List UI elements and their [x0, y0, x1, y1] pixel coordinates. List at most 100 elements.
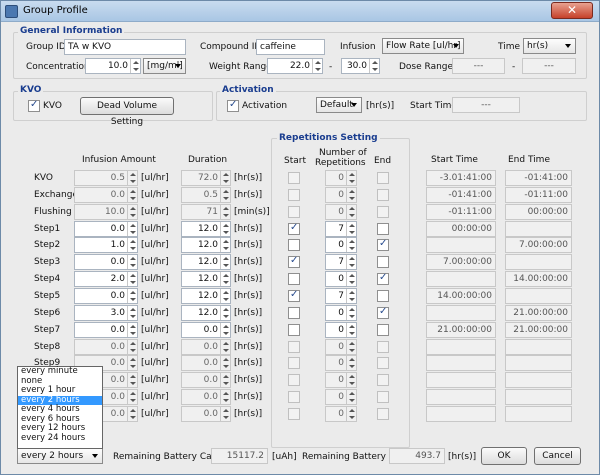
- repetitions-value: 0: [338, 190, 344, 200]
- spinner-arrows-icon[interactable]: [127, 289, 137, 303]
- battery-capa-label: Remaining Battery Capa.: [113, 452, 226, 462]
- spinner-arrows-icon[interactable]: [220, 289, 230, 303]
- repetition-start-checkbox[interactable]: [288, 273, 300, 285]
- spinner-arrows-icon[interactable]: [127, 255, 137, 269]
- chevron-down-icon: [565, 44, 571, 48]
- group-id-input[interactable]: TA w KVO: [64, 39, 186, 55]
- spinner-arrows-icon[interactable]: [346, 222, 356, 236]
- repetition-end-checkbox[interactable]: [377, 238, 389, 251]
- weight-min-stepper[interactable]: 22.0: [267, 58, 323, 74]
- duration-stepper: 0.0: [181, 372, 231, 388]
- duration-stepper[interactable]: 0.0: [181, 322, 231, 338]
- spinner-arrows-icon[interactable]: [346, 306, 356, 320]
- repetition-end-checkbox[interactable]: [377, 324, 389, 336]
- spinner-arrows-icon[interactable]: [369, 59, 379, 73]
- spinner-arrows-icon[interactable]: [220, 272, 230, 286]
- header-end: End: [374, 156, 392, 166]
- weight-max-stepper[interactable]: 30.0: [341, 58, 380, 74]
- spinner-arrows-icon: [127, 340, 137, 354]
- infusion-amount-stepper[interactable]: 3.0: [74, 305, 138, 321]
- infusion-amount-stepper[interactable]: 0.0: [74, 221, 138, 237]
- infusion-amount-stepper[interactable]: 0.0: [74, 322, 138, 338]
- spinner-arrows-icon[interactable]: [130, 59, 140, 73]
- spinner-arrows-icon[interactable]: [127, 238, 137, 252]
- duration-stepper[interactable]: 12.0: [181, 271, 231, 287]
- battery-life-field: 493.7: [389, 448, 445, 464]
- repetitions-value: 0: [338, 375, 344, 385]
- repetitions-stepper[interactable]: 7: [325, 221, 357, 237]
- spinner-arrows-icon[interactable]: [312, 59, 322, 73]
- concentration-unit-dropdown[interactable]: [mg/ml]: [143, 58, 186, 74]
- repetitions-stepper[interactable]: 0: [325, 322, 357, 338]
- spinner-arrows-icon[interactable]: [127, 222, 137, 236]
- repetitions-stepper[interactable]: 7: [325, 288, 357, 304]
- duration-value: 0.0: [203, 358, 218, 368]
- spinner-arrows-icon[interactable]: [220, 323, 230, 337]
- ok-button[interactable]: OK: [481, 447, 527, 465]
- time-value: hr(s): [527, 41, 549, 51]
- repetitions-stepper[interactable]: 7: [325, 254, 357, 270]
- spinner-arrows-icon: [346, 205, 356, 219]
- row-end-time: [505, 406, 572, 422]
- interval-dropdown[interactable]: every 2 hours: [17, 448, 103, 464]
- spinner-arrows-icon[interactable]: [127, 323, 137, 337]
- repetition-end-checkbox[interactable]: [377, 272, 389, 285]
- spinner-arrows-icon[interactable]: [220, 222, 230, 236]
- infusion-amount-stepper[interactable]: 0.0: [74, 254, 138, 270]
- repetitions-stepper[interactable]: 0: [325, 305, 357, 321]
- repetition-end-checkbox[interactable]: [377, 256, 389, 268]
- spinner-arrows-icon: [127, 205, 137, 219]
- duration-stepper[interactable]: 12.0: [181, 237, 231, 253]
- spinner-arrows-icon[interactable]: [346, 289, 356, 303]
- repetition-end-checkbox[interactable]: [377, 223, 389, 235]
- repetitions-stepper[interactable]: 0: [325, 237, 357, 253]
- repetition-start-checkbox[interactable]: [288, 324, 300, 336]
- repetition-start-checkbox[interactable]: [288, 222, 300, 235]
- infusion-amount-stepper[interactable]: 0.0: [74, 288, 138, 304]
- spinner-arrows-icon[interactable]: [346, 323, 356, 337]
- spinner-arrows-icon[interactable]: [346, 255, 356, 269]
- spinner-arrows-icon[interactable]: [220, 255, 230, 269]
- concentration-stepper[interactable]: 10.0: [85, 58, 141, 74]
- duration-stepper[interactable]: 12.0: [181, 221, 231, 237]
- spinner-arrows-icon[interactable]: [220, 238, 230, 252]
- compound-id-input[interactable]: caffeine: [256, 39, 325, 55]
- spinner-arrows-icon: [220, 205, 230, 219]
- repetition-start-checkbox: [288, 408, 300, 420]
- row-start-time: [426, 406, 496, 422]
- repetition-end-checkbox[interactable]: [377, 306, 389, 319]
- repetitions-stepper: 0: [325, 406, 357, 422]
- spinner-arrows-icon[interactable]: [346, 272, 356, 286]
- spinner-arrows-icon[interactable]: [127, 272, 137, 286]
- repetition-start-checkbox[interactable]: [288, 239, 300, 251]
- duration-stepper[interactable]: 12.0: [181, 305, 231, 321]
- infusion-dropdown[interactable]: Flow Rate [ul/hr]: [382, 38, 464, 54]
- weight-range-label: Weight Range: [209, 62, 272, 72]
- repetition-start-checkbox[interactable]: [288, 255, 300, 268]
- time-dropdown[interactable]: hr(s): [523, 38, 576, 54]
- activation-mode-dropdown[interactable]: Default: [316, 97, 362, 113]
- interval-option[interactable]: every 24 hours: [18, 433, 102, 444]
- infusion-amount-stepper[interactable]: 2.0: [74, 271, 138, 287]
- repetition-start-checkbox: [288, 374, 300, 386]
- infusion-amount-stepper: 0.0: [74, 187, 138, 203]
- close-button[interactable]: ✕: [551, 2, 593, 19]
- cancel-button[interactable]: Cancel: [534, 447, 581, 465]
- row-start-time: [426, 355, 496, 371]
- dead-volume-setting-button[interactable]: Dead Volume Setting: [80, 97, 174, 127]
- duration-stepper[interactable]: 12.0: [181, 254, 231, 270]
- repetitions-stepper[interactable]: 0: [325, 271, 357, 287]
- repetitions-value: 0: [338, 274, 344, 284]
- repetition-end-checkbox[interactable]: [377, 290, 389, 302]
- repetition-start-checkbox[interactable]: [288, 289, 300, 302]
- activation-checkbox[interactable]: [227, 99, 239, 112]
- spinner-arrows-icon[interactable]: [220, 306, 230, 320]
- spinner-arrows-icon[interactable]: [346, 238, 356, 252]
- repetition-start-checkbox[interactable]: [288, 307, 300, 319]
- kvo-checkbox[interactable]: [28, 99, 40, 112]
- infusion-amount-stepper[interactable]: 1.0: [74, 237, 138, 253]
- infusion-amount-value: 1.0: [110, 240, 125, 250]
- spinner-arrows-icon: [346, 373, 356, 387]
- duration-stepper[interactable]: 12.0: [181, 288, 231, 304]
- spinner-arrows-icon[interactable]: [127, 306, 137, 320]
